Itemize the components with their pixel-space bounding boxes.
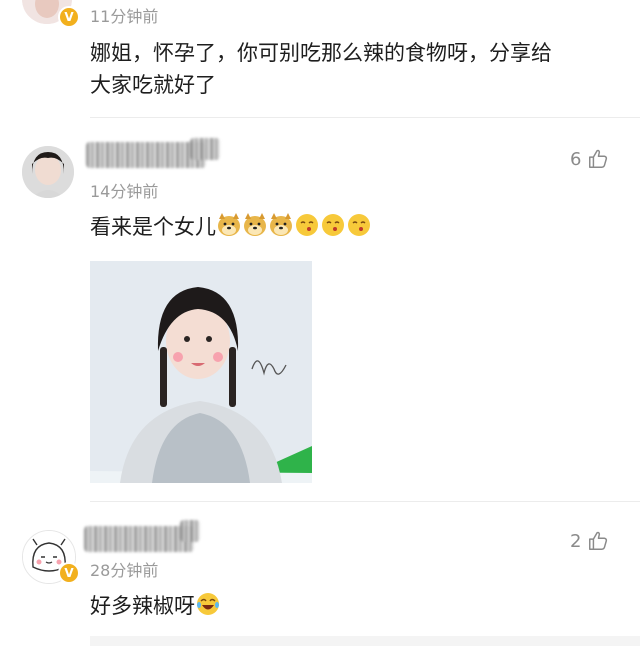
comment-time: 14分钟前 [90,182,159,201]
thumbs-up-icon [589,531,608,550]
comment-text-line1: 娜姐，怀孕了，你可别吃那么辣的食物呀，分享给 [90,41,552,65]
comment-text-body: 好多辣椒呀 [90,594,195,618]
comment-time: 11分钟前 [90,7,159,26]
doge-icon [270,213,292,236]
verified-badge-icon: V [58,562,80,584]
comment-text-line2: 大家吃就好了 [90,73,216,97]
username-blurred [86,142,206,168]
like-count: 6 [570,148,582,170]
like-count: 2 [570,530,582,552]
thumbs-up-icon [589,149,608,168]
comment-text: 好多辣椒呀 [90,590,221,622]
comment-text: 娜姐，怀孕了，你可别吃那么辣的食物呀，分享给 大家吃就好了 [90,37,552,101]
username-blurred [180,520,200,542]
emoji-row [216,213,372,239]
kiss-icon [296,214,318,236]
next-comment-bar [90,636,640,646]
photo-portrait [90,261,312,483]
kiss-icon [322,214,344,236]
divider [90,117,640,118]
divider [90,501,640,502]
avatar-image [22,146,74,198]
like-button[interactable]: 2 [570,530,609,552]
doge-icon [218,213,240,236]
avatar[interactable] [22,146,74,198]
comment-text-body: 看来是个女儿 [90,215,216,239]
comment-time: 28分钟前 [90,561,159,580]
kiss-icon [348,214,370,236]
username-blurred [84,526,194,552]
doge-icon [244,213,266,236]
like-button[interactable]: 6 [570,148,609,170]
verified-badge-icon: V [58,6,80,28]
username-blurred [190,138,220,160]
laugh-tears-icon [197,593,219,615]
attached-photo[interactable] [90,261,312,483]
comment-text: 看来是个女儿 [90,211,372,243]
